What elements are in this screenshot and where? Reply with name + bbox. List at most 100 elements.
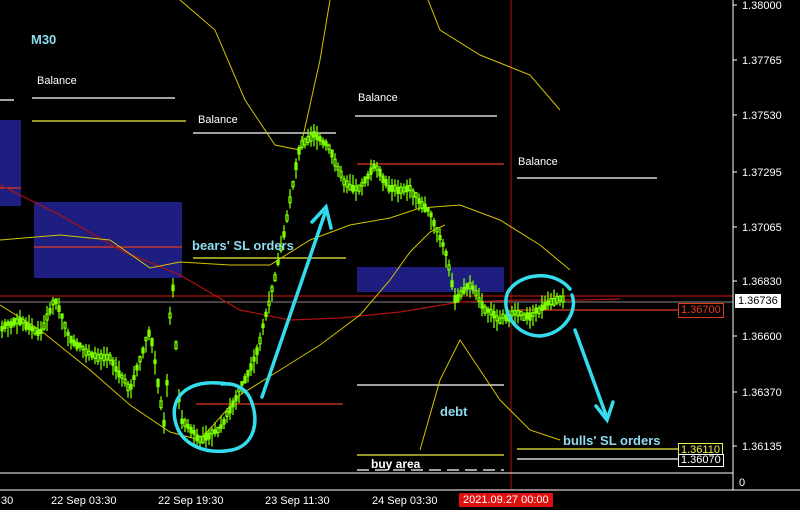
candle-body (267, 300, 271, 306)
candle-body (225, 410, 229, 417)
candle-body (129, 383, 133, 390)
candle-body (114, 366, 118, 372)
candle-body (288, 196, 292, 204)
candle-body (168, 312, 172, 319)
time-tick-1: 22 Sep 03:30 (51, 495, 117, 507)
balance-label-3: Balance (358, 92, 398, 104)
candle-body (228, 406, 232, 414)
candle-body (414, 192, 418, 198)
candle-body (537, 307, 541, 315)
candle-body (144, 336, 148, 342)
candle-body (471, 285, 475, 291)
candle-body (3, 322, 7, 329)
candle-body (441, 242, 445, 247)
candle-body (93, 352, 97, 359)
candle-body (429, 212, 433, 218)
candle-body (513, 309, 517, 316)
candle-body (297, 147, 301, 155)
timeframe-label: M30 (31, 32, 57, 47)
candle-body (126, 383, 130, 392)
candle-body (450, 280, 454, 288)
candle-body (528, 312, 532, 321)
candle-body (36, 329, 40, 336)
candle-body (84, 348, 88, 357)
candle-body (369, 167, 373, 175)
candle-body (195, 434, 199, 442)
candle-body (333, 158, 337, 167)
candle-body (345, 180, 349, 188)
candle-body (420, 200, 424, 210)
candle-body (264, 311, 268, 318)
candle-body (459, 290, 463, 297)
candle-body (447, 264, 451, 271)
candle-body (474, 290, 478, 297)
bollinger-upper-2 (427, 0, 561, 111)
candle-body (204, 432, 208, 441)
candle-body (351, 184, 355, 193)
price-tag-current: 1.36736 (735, 294, 781, 308)
candle-body (75, 341, 79, 350)
debt-label: debt (440, 404, 468, 419)
bears-sl-label: bears' SL orders (192, 238, 294, 253)
candle-body (132, 375, 136, 381)
candle-body (543, 302, 547, 310)
candle-body (321, 139, 325, 146)
candle-body (561, 295, 565, 303)
candle-body (273, 273, 277, 282)
candle-body (303, 138, 307, 146)
zone-balance-3 (357, 267, 504, 292)
candle-body (147, 329, 151, 337)
candle-body (54, 298, 58, 305)
candle-body (174, 341, 178, 350)
candle-body (384, 178, 388, 186)
candle-body (555, 295, 559, 304)
candle-body (180, 418, 184, 424)
candle-body (315, 134, 319, 141)
candle-body (162, 419, 166, 427)
candle-body (480, 301, 484, 309)
candle-body (558, 295, 562, 302)
candle-body (246, 370, 250, 377)
candle-body (252, 356, 256, 362)
time-tick-4: 24 Sep 03:30 (372, 495, 438, 507)
candle-body (465, 283, 469, 290)
candle-body (519, 310, 523, 317)
candle-body (39, 328, 43, 335)
candle-body (60, 313, 64, 319)
candle-body (378, 168, 382, 177)
candle-body (366, 173, 370, 180)
candle-body (522, 313, 526, 322)
bollinger-upper (179, 0, 331, 151)
candle-body (66, 331, 70, 336)
candle-body (258, 336, 262, 345)
time-tick-0: 30 (1, 495, 14, 507)
candle-body (381, 175, 385, 184)
candle-body (291, 181, 295, 188)
candle-body (24, 321, 28, 330)
candle-body (18, 316, 22, 326)
candle-body (327, 144, 331, 151)
candle-body (318, 136, 322, 142)
candle-body (69, 335, 73, 344)
candle-body (363, 176, 367, 184)
candle-body (486, 308, 490, 313)
candle-body (492, 310, 496, 319)
candle-body (270, 286, 274, 293)
candle-body (201, 435, 205, 444)
candle-body (375, 165, 379, 171)
candle-body (411, 190, 415, 198)
candle-body (213, 429, 217, 434)
price-ticks: 1.38000 1.37765 1.37530 1.37295 1.37065 1.368… (733, 0, 782, 453)
candle-body (432, 220, 436, 227)
buy-area-label: buy area (371, 457, 421, 471)
candle-body (462, 287, 466, 294)
price-chart[interactable]: 1.38000 1.37765 1.37530 1.37295 1.37065 1.368… (0, 0, 800, 510)
candle-body (525, 312, 529, 320)
candle-body (216, 426, 220, 434)
price-tick-label: 1.36830 (742, 276, 782, 288)
candle-body (516, 310, 520, 317)
candle-body (336, 165, 340, 171)
candle-body (120, 374, 124, 379)
candle-body (102, 354, 106, 362)
candle-body (396, 186, 400, 195)
